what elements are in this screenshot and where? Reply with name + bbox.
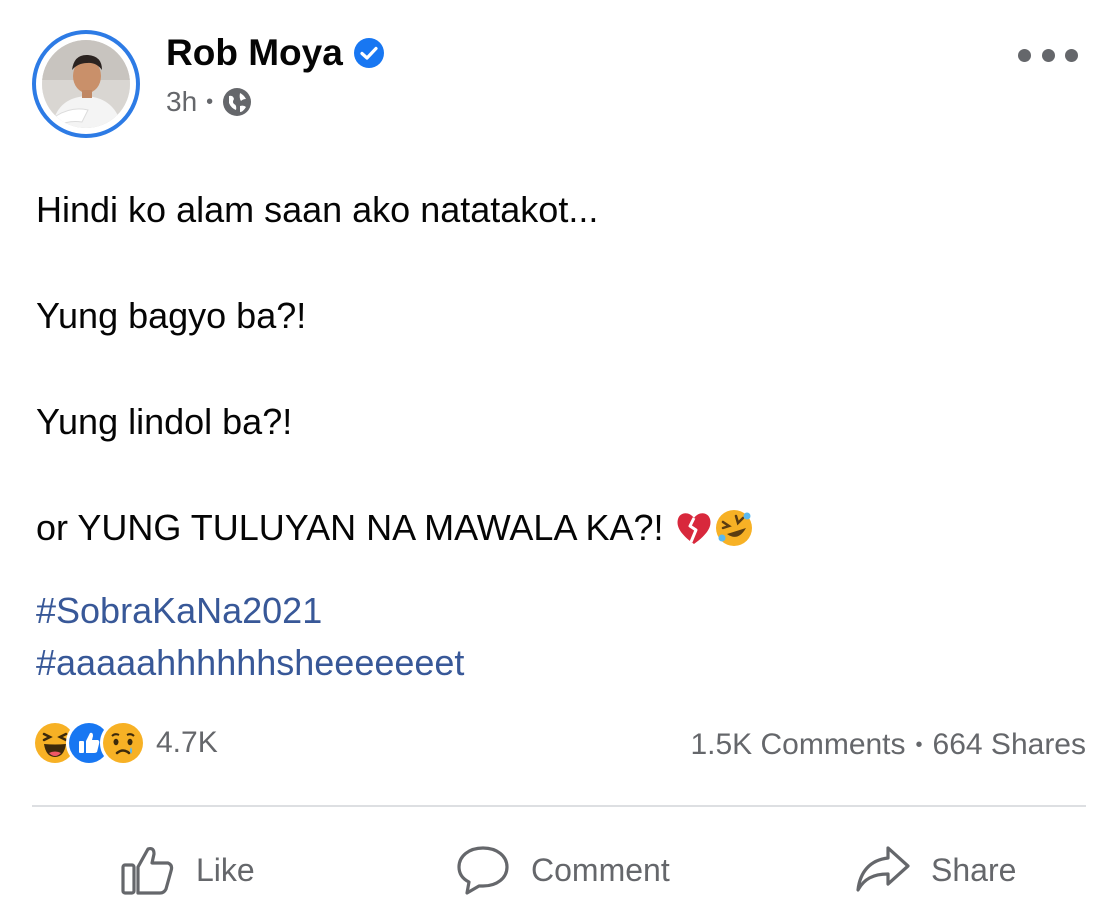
post-text: Hindi ko alam saan ako natatakot... Yung… <box>36 188 754 612</box>
post-timestamp[interactable]: 3h <box>166 86 197 118</box>
globe-icon <box>222 87 252 117</box>
comment-label: Comment <box>531 851 670 888</box>
reaction-count: 4.7K <box>156 726 218 759</box>
share-button[interactable]: Share <box>855 838 1016 902</box>
stats-separator: • <box>915 733 923 756</box>
post-line: Yung bagyo ba?! <box>36 295 307 336</box>
post-line: or YUNG TULUYAN NA MAWALA KA?! <box>36 507 664 548</box>
meta-separator: • <box>206 90 214 113</box>
avatar-photo <box>42 40 130 128</box>
more-dot <box>1065 48 1078 62</box>
like-icon <box>121 846 174 895</box>
more-dot <box>1018 48 1031 62</box>
comment-button[interactable]: Comment <box>455 838 670 902</box>
comment-icon <box>457 846 509 895</box>
more-options-icon[interactable] <box>1018 40 1078 70</box>
engagement-counts: 1.5K Comments • 664 Shares <box>690 728 1086 762</box>
hashtag-link[interactable]: #SobraKaNa2021 <box>36 585 464 637</box>
post-actions: Like Comment Share <box>0 838 1120 902</box>
author-name[interactable]: Rob Moya <box>166 32 343 74</box>
post-line-with-emoji: or YUNG TULUYAN NA MAWALA KA?! <box>36 506 754 550</box>
author-avatar[interactable] <box>32 30 140 138</box>
hashtag-link[interactable]: #aaaaahhhhhhsheeeeeeet <box>36 637 464 689</box>
sad-reaction-icon <box>100 720 146 766</box>
post-line: Hindi ko alam saan ako natatakot... <box>36 189 599 230</box>
share-label: Share <box>931 851 1017 888</box>
like-button[interactable]: Like <box>120 838 255 902</box>
broken-heart-emoji <box>674 508 714 548</box>
rolling-laughing-emoji <box>714 508 754 548</box>
like-label: Like <box>196 851 255 888</box>
facebook-post: Rob Moya 3h • Hindi ko alam saan ako nat… <box>0 0 1120 924</box>
shares-count[interactable]: 664 Shares <box>933 728 1086 762</box>
post-line: Yung lindol ba?! <box>36 401 293 442</box>
reactions-summary[interactable]: 4.7K <box>32 720 218 766</box>
verified-badge-icon <box>353 37 385 69</box>
post-stats: 4.7K 1.5K Comments • 664 Shares <box>32 720 1086 772</box>
share-icon <box>856 846 910 892</box>
comments-count[interactable]: 1.5K Comments <box>690 728 905 762</box>
divider <box>32 805 1086 807</box>
more-dot <box>1041 48 1055 62</box>
hashtags: #SobraKaNa2021 #aaaaahhhhhhsheeeeeeet <box>36 585 464 689</box>
